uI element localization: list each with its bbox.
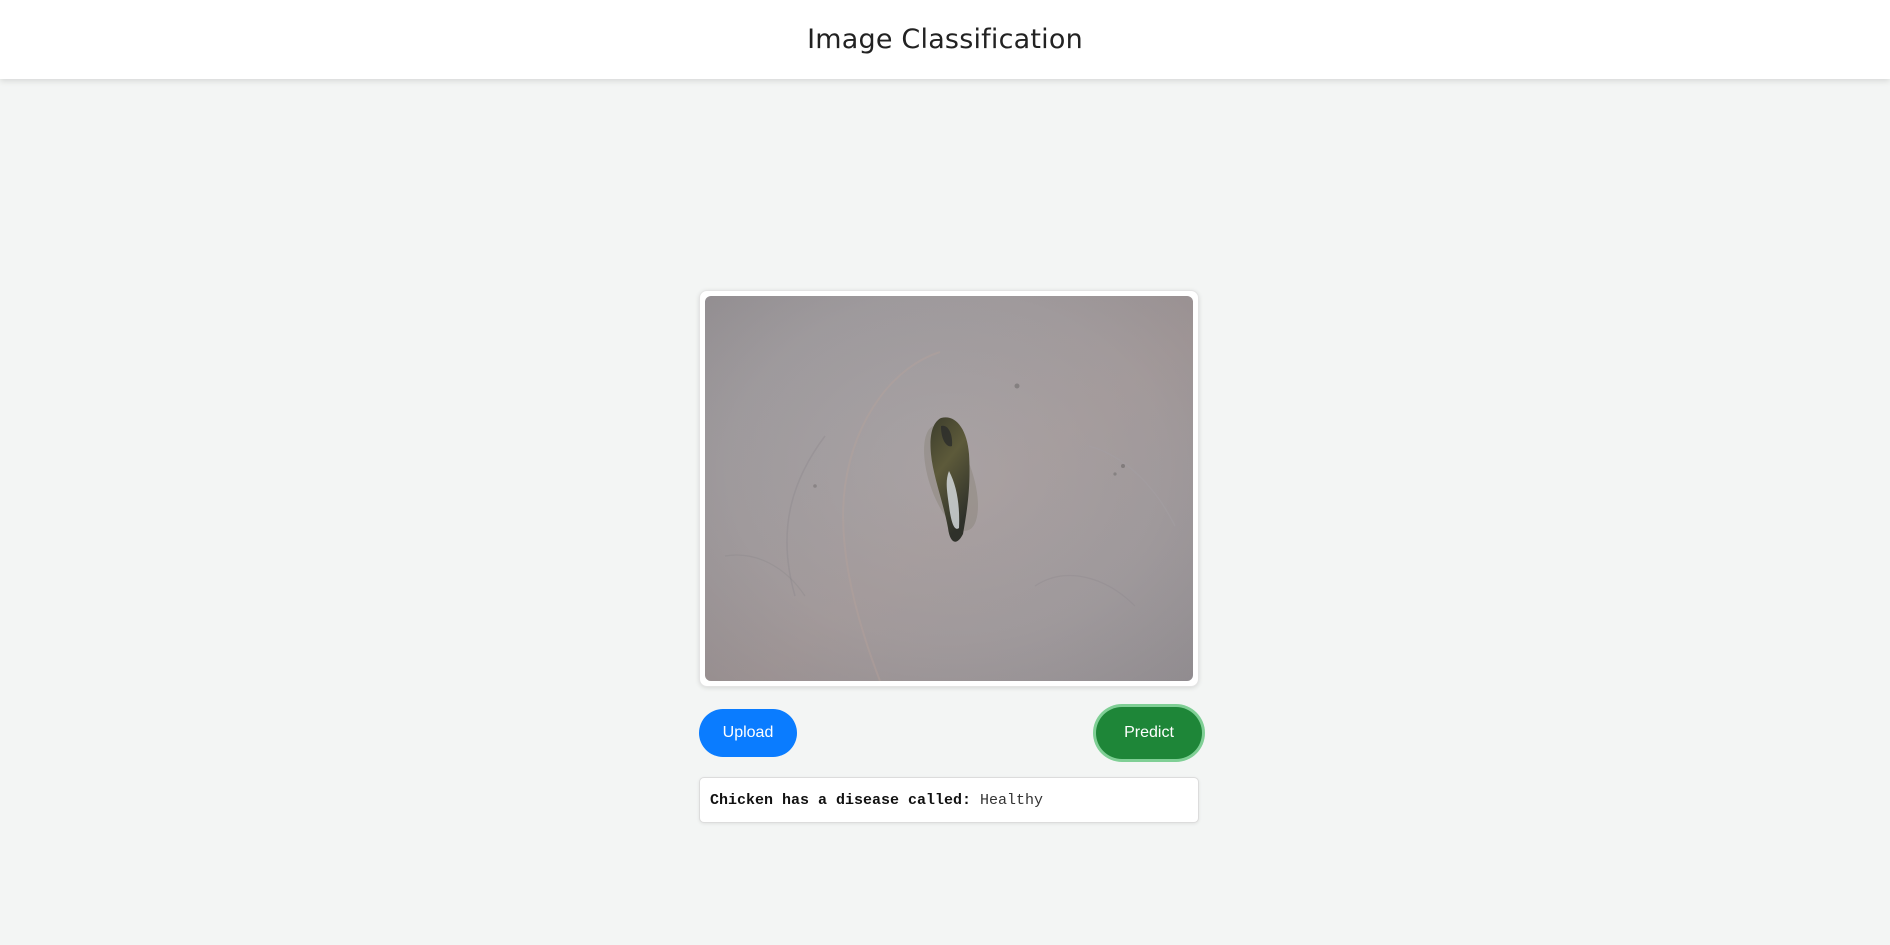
uploaded-image <box>705 296 1193 681</box>
page-title: Image Classification <box>807 24 1083 55</box>
image-preview-frame <box>699 290 1199 687</box>
upload-button[interactable]: Upload <box>699 709 797 757</box>
result-label: Chicken has a disease called: <box>710 791 981 809</box>
result-value: Healthy <box>980 791 1044 809</box>
predict-button[interactable]: Predict <box>1096 707 1202 759</box>
prediction-result: Chicken has a disease called: Healthy <box>699 777 1199 823</box>
top-bar: Image Classification <box>0 0 1890 79</box>
